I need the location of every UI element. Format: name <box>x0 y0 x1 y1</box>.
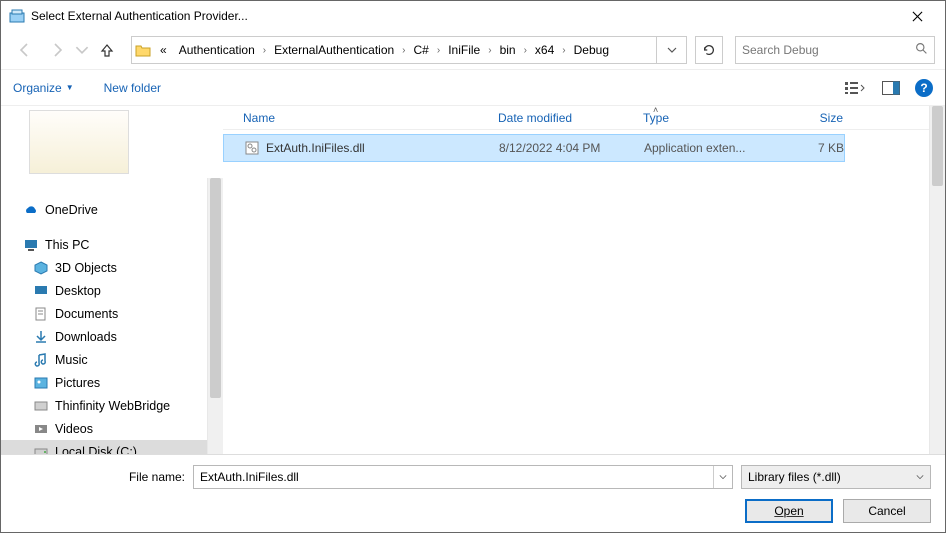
sidebar-item-localdisk[interactable]: Local Disk (C:) <box>1 440 207 454</box>
download-icon <box>33 329 49 345</box>
header-date[interactable]: Date modified <box>498 111 643 125</box>
sidebar-scrollbar[interactable] <box>207 178 223 454</box>
preview-pane-toggle[interactable] <box>879 76 903 100</box>
sidebar-item-documents[interactable]: Documents <box>1 302 207 325</box>
3d-icon <box>33 260 49 276</box>
header-name[interactable]: Name <box>243 111 498 125</box>
main-scrollbar[interactable] <box>929 106 945 454</box>
sidebar-item-music[interactable]: Music <box>1 348 207 371</box>
preview-thumbnail <box>29 110 129 174</box>
refresh-button[interactable] <box>695 36 723 64</box>
sidebar-item-desktop[interactable]: Desktop <box>1 279 207 302</box>
filename-dropdown[interactable] <box>713 466 732 488</box>
desktop-icon <box>33 283 49 299</box>
search-icon <box>915 42 928 58</box>
header-size[interactable]: Size <box>763 111 843 125</box>
sidebar-item-videos[interactable]: Videos <box>1 417 207 440</box>
organize-menu[interactable]: Organize ▼ <box>13 81 74 95</box>
file-row[interactable]: ExtAuth.IniFiles.dll 8/12/2022 4:04 PM A… <box>223 134 845 162</box>
open-button[interactable]: Open <box>745 499 833 523</box>
sidebar-thispc[interactable]: This PC <box>1 233 207 256</box>
sidebar-item-downloads[interactable]: Downloads <box>1 325 207 348</box>
crumb-2[interactable]: ExternalAuthentication <box>268 37 400 63</box>
pc-icon <box>23 237 39 253</box>
up-button[interactable] <box>93 36 121 64</box>
chevron-down-icon <box>916 470 924 484</box>
search-box[interactable] <box>735 36 935 64</box>
help-button[interactable]: ? <box>915 79 933 97</box>
sort-indicator: ˄ <box>653 105 658 115</box>
app-icon <box>9 8 25 24</box>
chevron-down-icon: ▼ <box>66 83 74 92</box>
bridge-icon <box>33 398 49 414</box>
filter-select[interactable]: Library files (*.dll) <box>741 465 931 489</box>
recent-dropdown[interactable] <box>75 36 89 64</box>
cancel-button[interactable]: Cancel <box>843 499 931 523</box>
crumb-6[interactable]: x64 <box>529 37 560 63</box>
dll-icon <box>244 140 260 156</box>
breadcrumb-bar[interactable]: « Authentication› ExternalAuthentication… <box>131 36 687 64</box>
crumb-4[interactable]: IniFile <box>442 37 486 63</box>
filename-input-wrap[interactable] <box>193 465 733 489</box>
disk-icon <box>33 444 49 455</box>
filename-input[interactable] <box>194 470 713 484</box>
doc-icon <box>33 306 49 322</box>
crumb-3[interactable]: C# <box>408 37 435 63</box>
close-button[interactable] <box>897 1 937 31</box>
pictures-icon <box>33 375 49 391</box>
back-button[interactable] <box>11 36 39 64</box>
crumb-1[interactable]: Authentication <box>173 37 261 63</box>
sidebar-item-3dobjects[interactable]: 3D Objects <box>1 256 207 279</box>
crumb-5[interactable]: bin <box>494 37 522 63</box>
list-header[interactable]: Name Date modified Type Size <box>223 106 945 130</box>
new-folder-button[interactable]: New folder <box>104 81 161 95</box>
filename-label: File name: <box>15 470 185 484</box>
video-icon <box>33 421 49 437</box>
forward-button[interactable] <box>43 36 71 64</box>
folder-icon <box>132 37 154 63</box>
search-input[interactable] <box>742 43 915 57</box>
sidebar-onedrive[interactable]: OneDrive <box>1 198 207 221</box>
crumb-ellipsis[interactable]: « <box>154 37 173 63</box>
breadcrumb-dropdown[interactable] <box>656 37 686 63</box>
sidebar-item-pictures[interactable]: Pictures <box>1 371 207 394</box>
header-type[interactable]: Type <box>643 111 763 125</box>
window-title: Select External Authentication Provider.… <box>31 9 248 23</box>
music-icon <box>33 352 49 368</box>
cloud-icon <box>23 202 39 218</box>
crumb-7[interactable]: Debug <box>568 37 615 63</box>
view-options[interactable] <box>843 76 867 100</box>
sidebar-item-thinfinity[interactable]: Thinfinity WebBridge <box>1 394 207 417</box>
